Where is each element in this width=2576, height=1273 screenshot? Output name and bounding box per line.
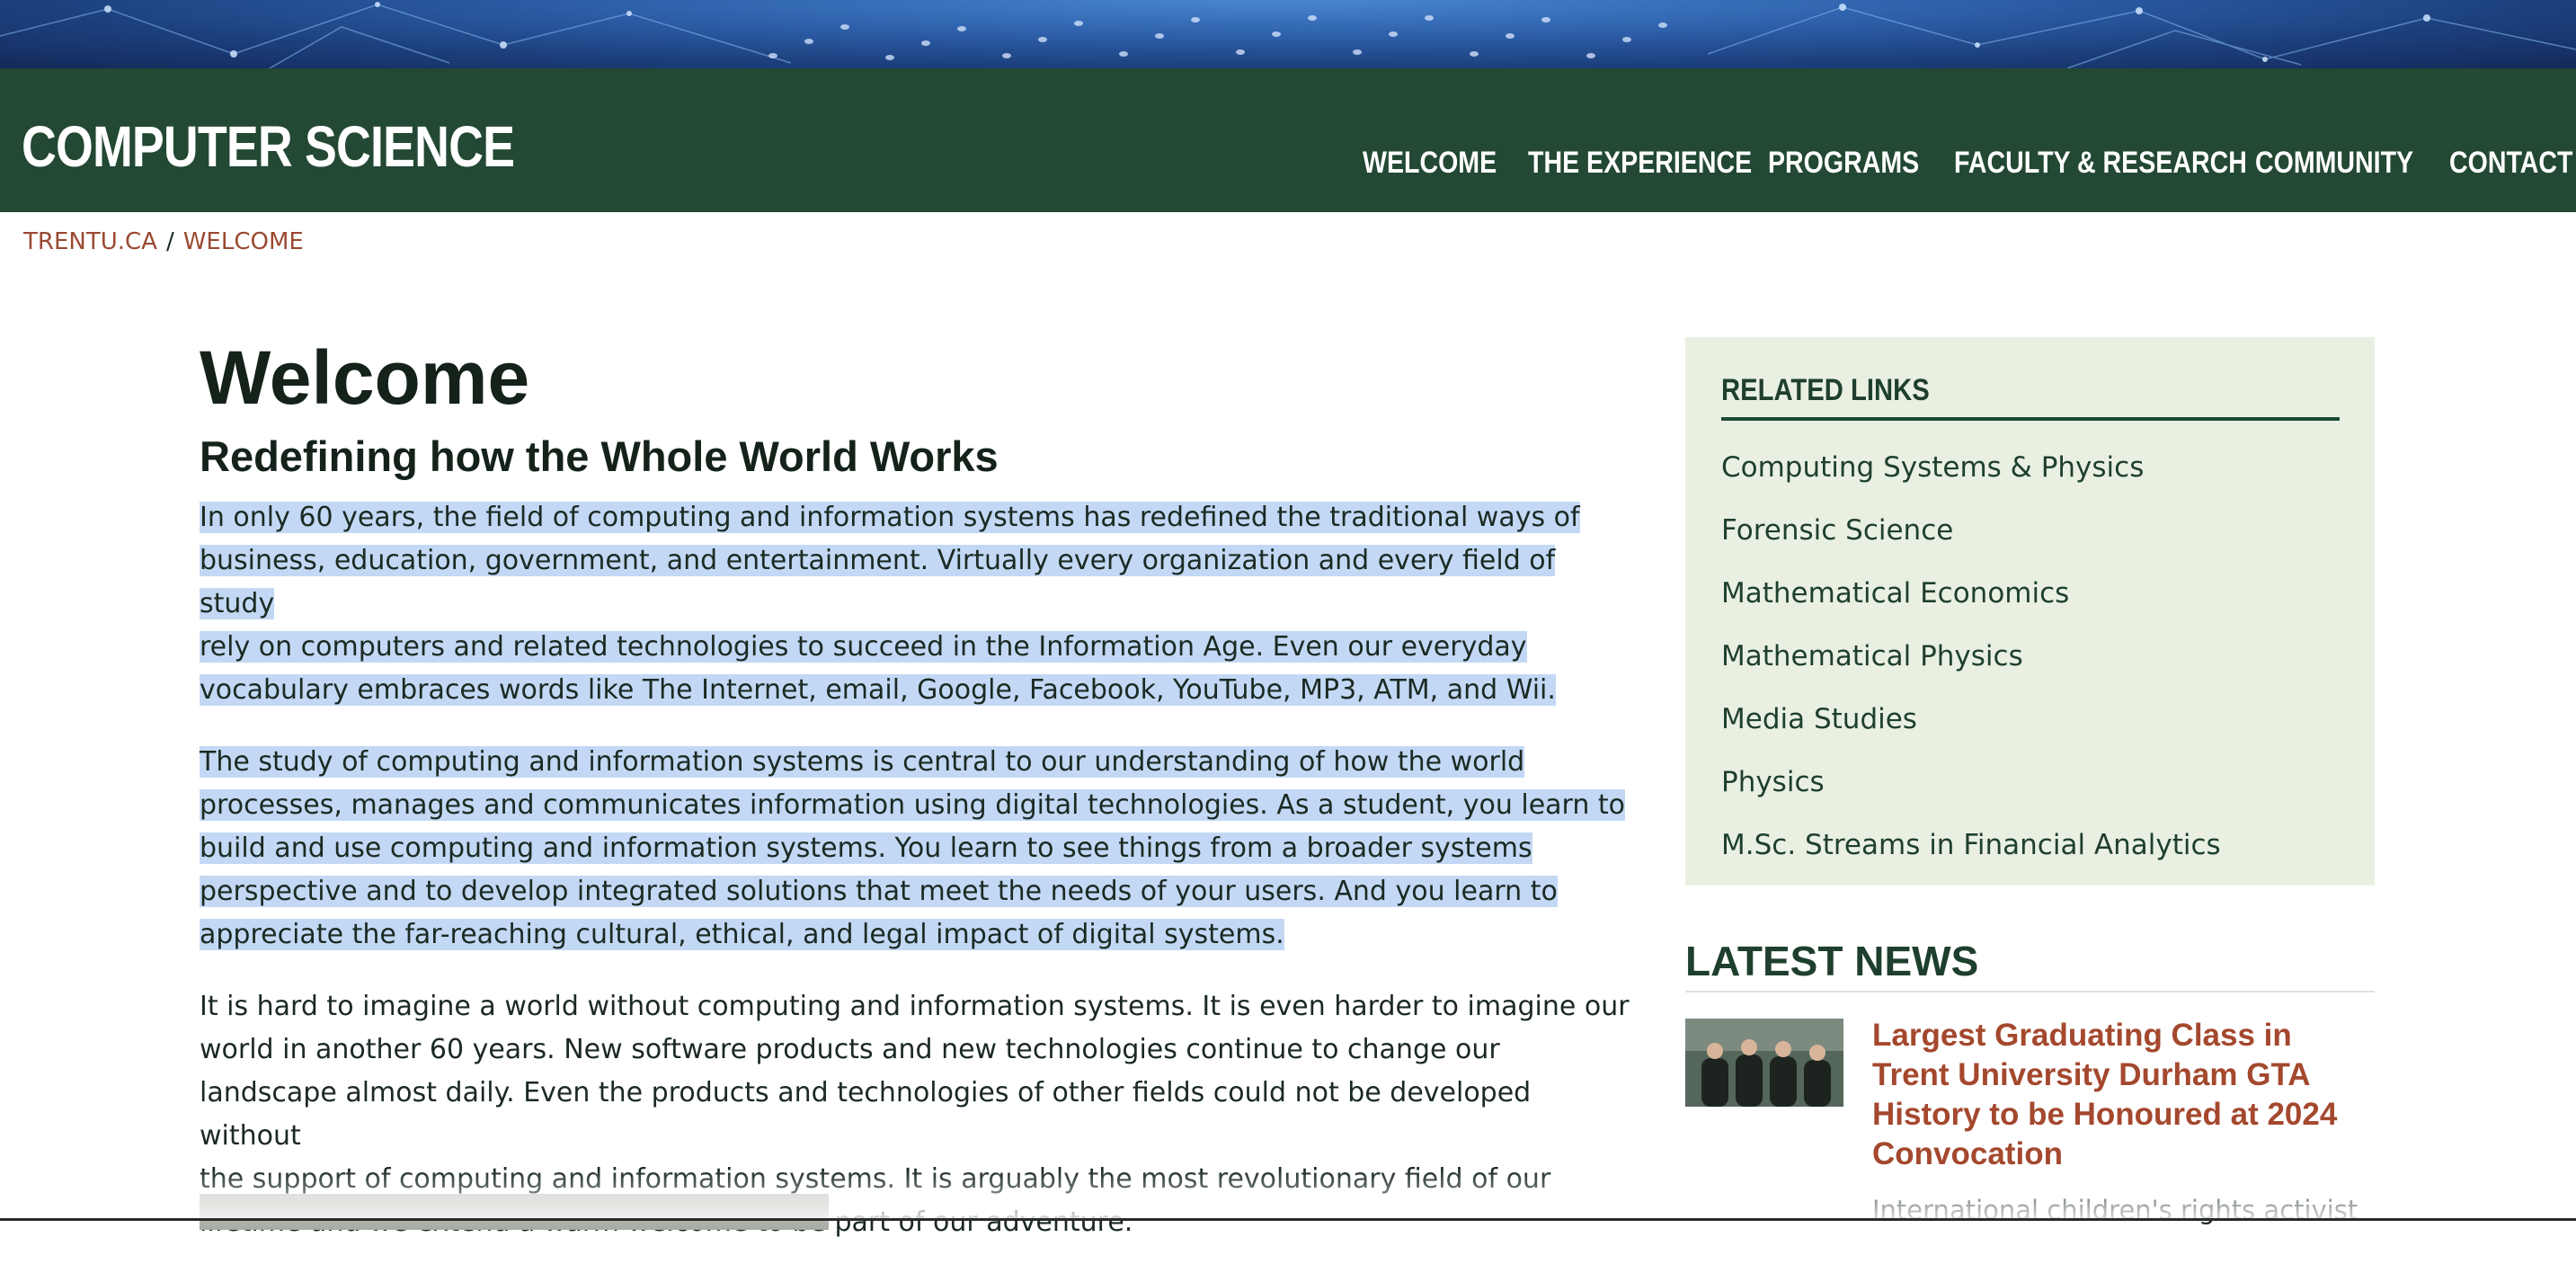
breadcrumb: TRENTU.CA / WELCOME [23,228,304,255]
news-title-link[interactable]: Largest Graduating Class in Trent Univer… [1872,1016,2376,1174]
nav-community[interactable]: COMMUNITY [2255,146,2413,181]
paragraph-line: rely on computers and related technologi… [200,631,1527,663]
paragraph-line: business, education, government, and ent… [200,545,1556,619]
nav-programs[interactable]: PROGRAMS [1768,146,1919,181]
paragraph-line: It is hard to imagine a world without co… [200,991,1630,1022]
paragraph-line: The study of computing and information s… [200,746,1525,778]
breadcrumb-current-link[interactable]: WELCOME [183,228,304,255]
header-banner-image [0,0,2576,68]
related-link-physics[interactable]: Physics [1721,751,2221,814]
site-header: COMPUTER SCIENCE WELCOME THE EXPERIENCE … [0,68,2576,212]
related-link-msc-financial-analytics[interactable]: M.Sc. Streams in Financial Analytics [1721,814,2221,877]
graduates-photo-icon [1685,1019,1843,1107]
breadcrumb-home-link[interactable]: TRENTU.CA [23,228,157,255]
nav-welcome[interactable]: WELCOME [1363,146,1497,181]
nav-faculty-research[interactable]: FACULTY & RESEARCH [1954,146,2247,181]
paragraph-line: perspective and to develop integrated so… [200,876,1558,907]
paragraph-line: In only 60 years, the field of computing… [200,502,1580,533]
network-pattern-graphic [0,2,2576,68]
latest-news-heading: LATEST NEWS [1685,937,2375,993]
main-nav: WELCOME THE EXPERIENCE PROGRAMS FACULTY … [0,146,2576,185]
nav-contact[interactable]: CONTACT [2449,146,2572,181]
main-content: Welcome Redefining how the Whole World W… [200,333,1638,1273]
related-link-media-studies[interactable]: Media Studies [1721,688,2221,751]
paragraph-line: world in another 60 years. New software … [200,1034,1500,1065]
intro-paragraph-2: The study of computing and information s… [200,741,1638,957]
page-subtitle: Redefining how the Whole World Works [200,432,999,480]
related-link-forensic-science[interactable]: Forensic Science [1721,499,2221,562]
paragraph-line: processes, manages and communicates info… [200,789,1626,821]
news-thumbnail-image[interactable] [1685,1019,1843,1107]
intro-paragraph-1: In only 60 years, the field of computing… [200,496,1638,712]
related-links-heading: RELATED LINKS [1721,373,2340,421]
related-links-panel: RELATED LINKS Computing Systems & Physic… [1685,337,2375,886]
related-link-mathematical-economics[interactable]: Mathematical Economics [1721,562,2221,625]
paragraph-line: build and use computing and information … [200,832,1532,864]
page-title: Welcome [200,335,530,420]
nav-the-experience[interactable]: THE EXPERIENCE [1528,146,1752,181]
paragraph-line: landscape almost daily. Even the product… [200,1077,1532,1152]
paragraph-line: vocabulary embraces words like The Inter… [200,674,1556,706]
content-photo [200,1194,829,1230]
related-link-mathematical-physics[interactable]: Mathematical Physics [1721,625,2221,688]
related-links-list: Computing Systems & Physics Forensic Sci… [1721,436,2221,877]
paragraph-line: appreciate the far-reaching cultural, et… [200,919,1284,950]
related-link-computing-systems-physics[interactable]: Computing Systems & Physics [1721,436,2221,499]
news-snippet: International children's rights activist [1872,1195,2358,1225]
breadcrumb-separator: / [165,228,174,255]
paragraph-line: the support of computing and information… [200,1163,1551,1195]
